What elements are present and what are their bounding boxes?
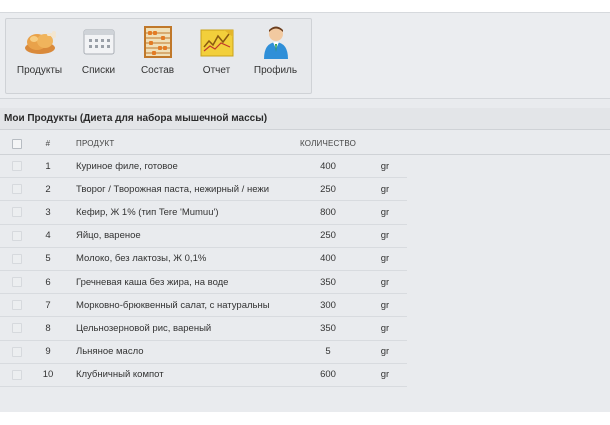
toolbar-composition-label: Состав <box>140 65 175 76</box>
row-quantity: 400 <box>320 253 336 265</box>
toolbar-report-button[interactable]: Отчет <box>187 25 246 87</box>
main-toolbar: Продукты Списки Состав Отчет Профиль <box>5 18 312 94</box>
table-row[interactable]: 10 Клубничный компот 600 gr <box>0 364 407 387</box>
table-row[interactable]: 9 Льняное масло 5 gr <box>0 341 407 364</box>
toolbar-area: Продукты Списки Состав Отчет Профиль <box>0 13 610 99</box>
row-checkbox[interactable] <box>11 300 22 311</box>
chart-report-icon <box>199 25 235 59</box>
row-product: Гречневая каша без жира, на воде <box>76 276 229 288</box>
table-row[interactable]: 7 Морковно-брюквенный салат, с натуральн… <box>0 294 407 318</box>
row-product: Кефир, Ж 1% (тип Tere 'Mumuu') <box>76 206 219 218</box>
row-quantity: 300 <box>320 299 336 311</box>
row-product: Творог / Творожная паста, нежирный / неж… <box>76 183 270 195</box>
row-num: 9 <box>45 346 51 358</box>
row-product: Куриное филе, готовое <box>76 160 178 172</box>
row-num: 1 <box>45 160 51 172</box>
header-quantity: КОЛИЧЕСТВО <box>299 139 357 148</box>
table-row[interactable]: 3 Кефир, Ж 1% (тип Tere 'Mumuu') 800 gr <box>0 201 407 225</box>
table-row[interactable]: 1 Куриное филе, готовое 400 gr <box>0 155 407 179</box>
row-quantity: 600 <box>320 369 336 381</box>
toolbar-products-label: Продукты <box>16 65 63 76</box>
app-window: Продукты Списки Состав Отчет Профиль Мои… <box>0 12 610 412</box>
toolbar-profile-button[interactable]: Профиль <box>246 25 305 87</box>
row-num: 8 <box>45 322 51 334</box>
row-unit: gr <box>380 299 390 311</box>
table-header: # ПРОДУКТ КОЛИЧЕСТВО <box>0 133 610 155</box>
row-product: Цельнозерновой рис, вареный <box>76 322 212 334</box>
row-checkbox[interactable] <box>11 184 22 195</box>
row-unit: gr <box>380 160 390 172</box>
table-row[interactable]: 5 Молоко, без лактозы, Ж 0,1% 400 gr <box>0 248 407 271</box>
row-quantity: 400 <box>320 160 336 172</box>
row-product: Льняное масло <box>76 346 144 358</box>
row-checkbox[interactable] <box>11 207 22 218</box>
row-product: Морковно-брюквенный салат, с натуральны <box>76 299 270 311</box>
row-quantity: 350 <box>320 276 336 288</box>
row-quantity: 250 <box>320 230 336 242</box>
row-checkbox[interactable] <box>11 369 22 380</box>
row-quantity: 5 <box>325 346 331 358</box>
row-unit: gr <box>380 346 390 358</box>
row-quantity: 350 <box>320 322 336 334</box>
row-unit: gr <box>380 230 390 242</box>
row-num: 3 <box>45 206 51 218</box>
row-num: 2 <box>45 183 51 195</box>
row-num: 4 <box>45 230 51 242</box>
table-row[interactable]: 8 Цельнозерновой рис, вареный 350 gr <box>0 317 407 341</box>
header-product: ПРОДУКТ <box>76 139 115 148</box>
table-row[interactable]: 4 Яйцо, вареное 250 gr <box>0 225 407 248</box>
select-all-checkbox[interactable] <box>11 138 22 149</box>
header-num: # <box>45 139 51 148</box>
row-checkbox[interactable] <box>11 230 22 241</box>
table-row[interactable]: 6 Гречневая каша без жира, на воде 350 g… <box>0 271 407 295</box>
row-unit: gr <box>380 322 390 334</box>
row-quantity: 250 <box>320 183 336 195</box>
toolbar-products-button[interactable]: Продукты <box>10 25 69 87</box>
row-num: 7 <box>45 299 51 311</box>
row-product: Молоко, без лактозы, Ж 0,1% <box>76 253 207 265</box>
row-unit: gr <box>380 206 390 218</box>
row-num: 6 <box>45 276 51 288</box>
toolbar-lists-button[interactable]: Списки <box>69 25 128 87</box>
chicken-icon <box>22 25 58 59</box>
row-checkbox[interactable] <box>11 161 22 172</box>
row-checkbox[interactable] <box>11 346 22 357</box>
row-product: Клубничный компот <box>76 369 164 381</box>
table-row[interactable]: 2 Творог / Творожная паста, нежирный / н… <box>0 178 407 202</box>
row-checkbox[interactable] <box>11 277 22 288</box>
row-num: 5 <box>45 253 51 265</box>
toolbar-report-label: Отчет <box>202 65 231 76</box>
row-unit: gr <box>380 183 390 195</box>
row-checkbox[interactable] <box>11 253 22 264</box>
toolbar-profile-label: Профиль <box>253 65 298 76</box>
row-unit: gr <box>380 369 390 381</box>
grid-list-icon <box>81 25 117 59</box>
user-profile-icon <box>258 25 294 59</box>
row-num: 10 <box>42 369 54 381</box>
toolbar-lists-label: Списки <box>81 65 116 76</box>
row-quantity: 800 <box>320 206 336 218</box>
abacus-icon <box>140 25 176 59</box>
row-checkbox[interactable] <box>11 323 22 334</box>
section-title: Мои Продукты (Диета для набора мышечной … <box>0 108 610 130</box>
products-table: # ПРОДУКТ КОЛИЧЕСТВО 1 Куриное филе, гот… <box>0 133 610 387</box>
row-product: Яйцо, вареное <box>76 230 141 242</box>
row-unit: gr <box>380 253 390 265</box>
row-unit: gr <box>380 276 390 288</box>
toolbar-composition-button[interactable]: Состав <box>128 25 187 87</box>
